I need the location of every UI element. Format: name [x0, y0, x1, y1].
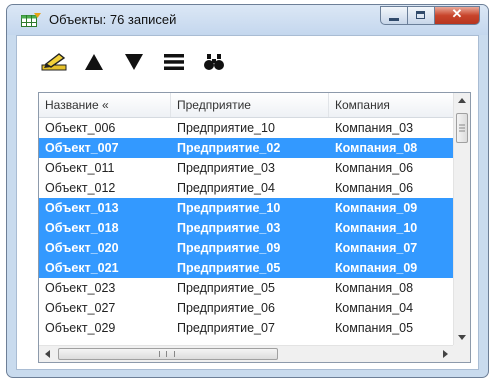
cell-company: Компания_05 — [335, 321, 414, 335]
cell-enterprise: Предприятие_06 — [177, 301, 275, 315]
cell-enterprise: Предприятие_09 — [177, 241, 281, 255]
table-row[interactable]: Объект_013 Предприятие_10 Компания_09 — [39, 198, 454, 218]
cell-enterprise: Предприятие_10 — [177, 201, 281, 215]
cell-company: Компания_10 — [335, 221, 418, 235]
column-header-name[interactable]: Название « — [39, 93, 171, 117]
table-row[interactable]: Объект_023 Предприятие_05 Компания_08 — [39, 278, 454, 298]
cell-company: Компания_06 — [335, 181, 414, 195]
scroll-right-icon[interactable] — [437, 346, 454, 362]
column-header-company[interactable]: Компания — [329, 93, 454, 117]
client-area: Название « Предприятие Компания Объект_0… — [16, 35, 479, 370]
table-row[interactable]: Объект_018 Предприятие_03 Компания_10 — [39, 218, 454, 238]
grip-icon — [159, 351, 175, 357]
cell-enterprise: Предприятие_10 — [177, 121, 275, 135]
horizontal-scrollbar[interactable] — [39, 345, 454, 362]
cell-name: Объект_023 — [45, 281, 116, 295]
toolbar — [17, 36, 478, 90]
cell-enterprise: Предприятие_07 — [177, 321, 275, 335]
table-row[interactable]: Объект_021 Предприятие_05 Компания_09 — [39, 258, 454, 278]
table-grid-icon — [21, 13, 41, 27]
table-row[interactable]: Объект_012 Предприятие_04 Компания_06 — [39, 178, 454, 198]
cell-company: Компания_08 — [335, 141, 418, 155]
scroll-left-icon[interactable] — [39, 346, 56, 362]
cell-name: Объект_013 — [45, 201, 119, 215]
cell-name: Объект_029 — [45, 321, 116, 335]
scroll-down-icon[interactable] — [454, 328, 470, 345]
records-grid[interactable]: Название « Предприятие Компания Объект_0… — [38, 92, 471, 363]
table-row[interactable]: Объект_007 Предприятие_02 Компания_08 — [39, 138, 454, 158]
maximize-button[interactable] — [407, 6, 434, 25]
scroll-up-icon[interactable] — [454, 93, 470, 110]
cell-enterprise: Предприятие_05 — [177, 261, 281, 275]
move-down-button[interactable] — [119, 53, 149, 75]
minimize-button[interactable] — [380, 6, 407, 25]
table-row[interactable]: Объект_020 Предприятие_09 Компания_07 — [39, 238, 454, 258]
column-header-enterprise[interactable]: Предприятие — [171, 93, 329, 117]
title-bar[interactable]: Объекты: 76 записей ✕ — [7, 5, 488, 35]
list-view-button[interactable] — [159, 53, 189, 75]
cell-company: Компания_04 — [335, 301, 414, 315]
window-title: Объекты: 76 записей — [49, 12, 177, 27]
cell-name: Объект_021 — [45, 261, 119, 275]
close-icon: ✕ — [451, 6, 463, 21]
arrow-up-icon — [84, 53, 104, 76]
cell-enterprise: Предприятие_03 — [177, 161, 275, 175]
cell-name: Объект_006 — [45, 121, 116, 135]
cell-enterprise: Предприятие_03 — [177, 221, 281, 235]
cell-company: Компания_08 — [335, 281, 414, 295]
binoculars-icon — [203, 53, 225, 76]
table-row[interactable]: Объект_029 Предприятие_07 Компания_05 — [39, 318, 454, 338]
cell-name: Объект_018 — [45, 221, 119, 235]
table-row[interactable]: Объект_006 Предприятие_10 Компания_03 — [39, 118, 454, 138]
cell-name: Объект_027 — [45, 301, 116, 315]
cell-company: Компания_06 — [335, 161, 414, 175]
pencil-edit-icon — [40, 52, 68, 77]
find-button[interactable] — [199, 53, 229, 75]
cell-company: Компания_07 — [335, 241, 418, 255]
vertical-scrollbar[interactable] — [453, 93, 470, 345]
cell-company: Компания_03 — [335, 121, 414, 135]
window-controls: ✕ — [380, 6, 480, 26]
cell-name: Объект_011 — [45, 161, 115, 175]
cell-company: Компания_09 — [335, 261, 418, 275]
table-row[interactable]: Объект_011 Предприятие_03 Компания_06 — [39, 158, 454, 178]
horizontal-scroll-thumb[interactable] — [58, 348, 278, 360]
cell-enterprise: Предприятие_04 — [177, 181, 275, 195]
main-window: Объекты: 76 записей ✕ Название « Предпри… — [6, 4, 489, 378]
close-button[interactable]: ✕ — [434, 6, 480, 25]
table-row[interactable]: Объект_027 Предприятие_06 Компания_04 — [39, 298, 454, 318]
cell-enterprise: Предприятие_05 — [177, 281, 275, 295]
list-lines-icon — [163, 53, 185, 76]
cell-name: Объект_020 — [45, 241, 119, 255]
scroll-corner — [453, 345, 470, 362]
cell-name: Объект_012 — [45, 181, 116, 195]
arrow-down-icon — [124, 53, 144, 76]
cell-company: Компания_09 — [335, 201, 418, 215]
grid-header: Название « Предприятие Компания — [39, 93, 454, 118]
move-up-button[interactable] — [79, 53, 109, 75]
vertical-scroll-thumb[interactable] — [456, 113, 468, 143]
cell-enterprise: Предприятие_02 — [177, 141, 281, 155]
cell-name: Объект_007 — [45, 141, 119, 155]
edit-button[interactable] — [39, 52, 69, 77]
